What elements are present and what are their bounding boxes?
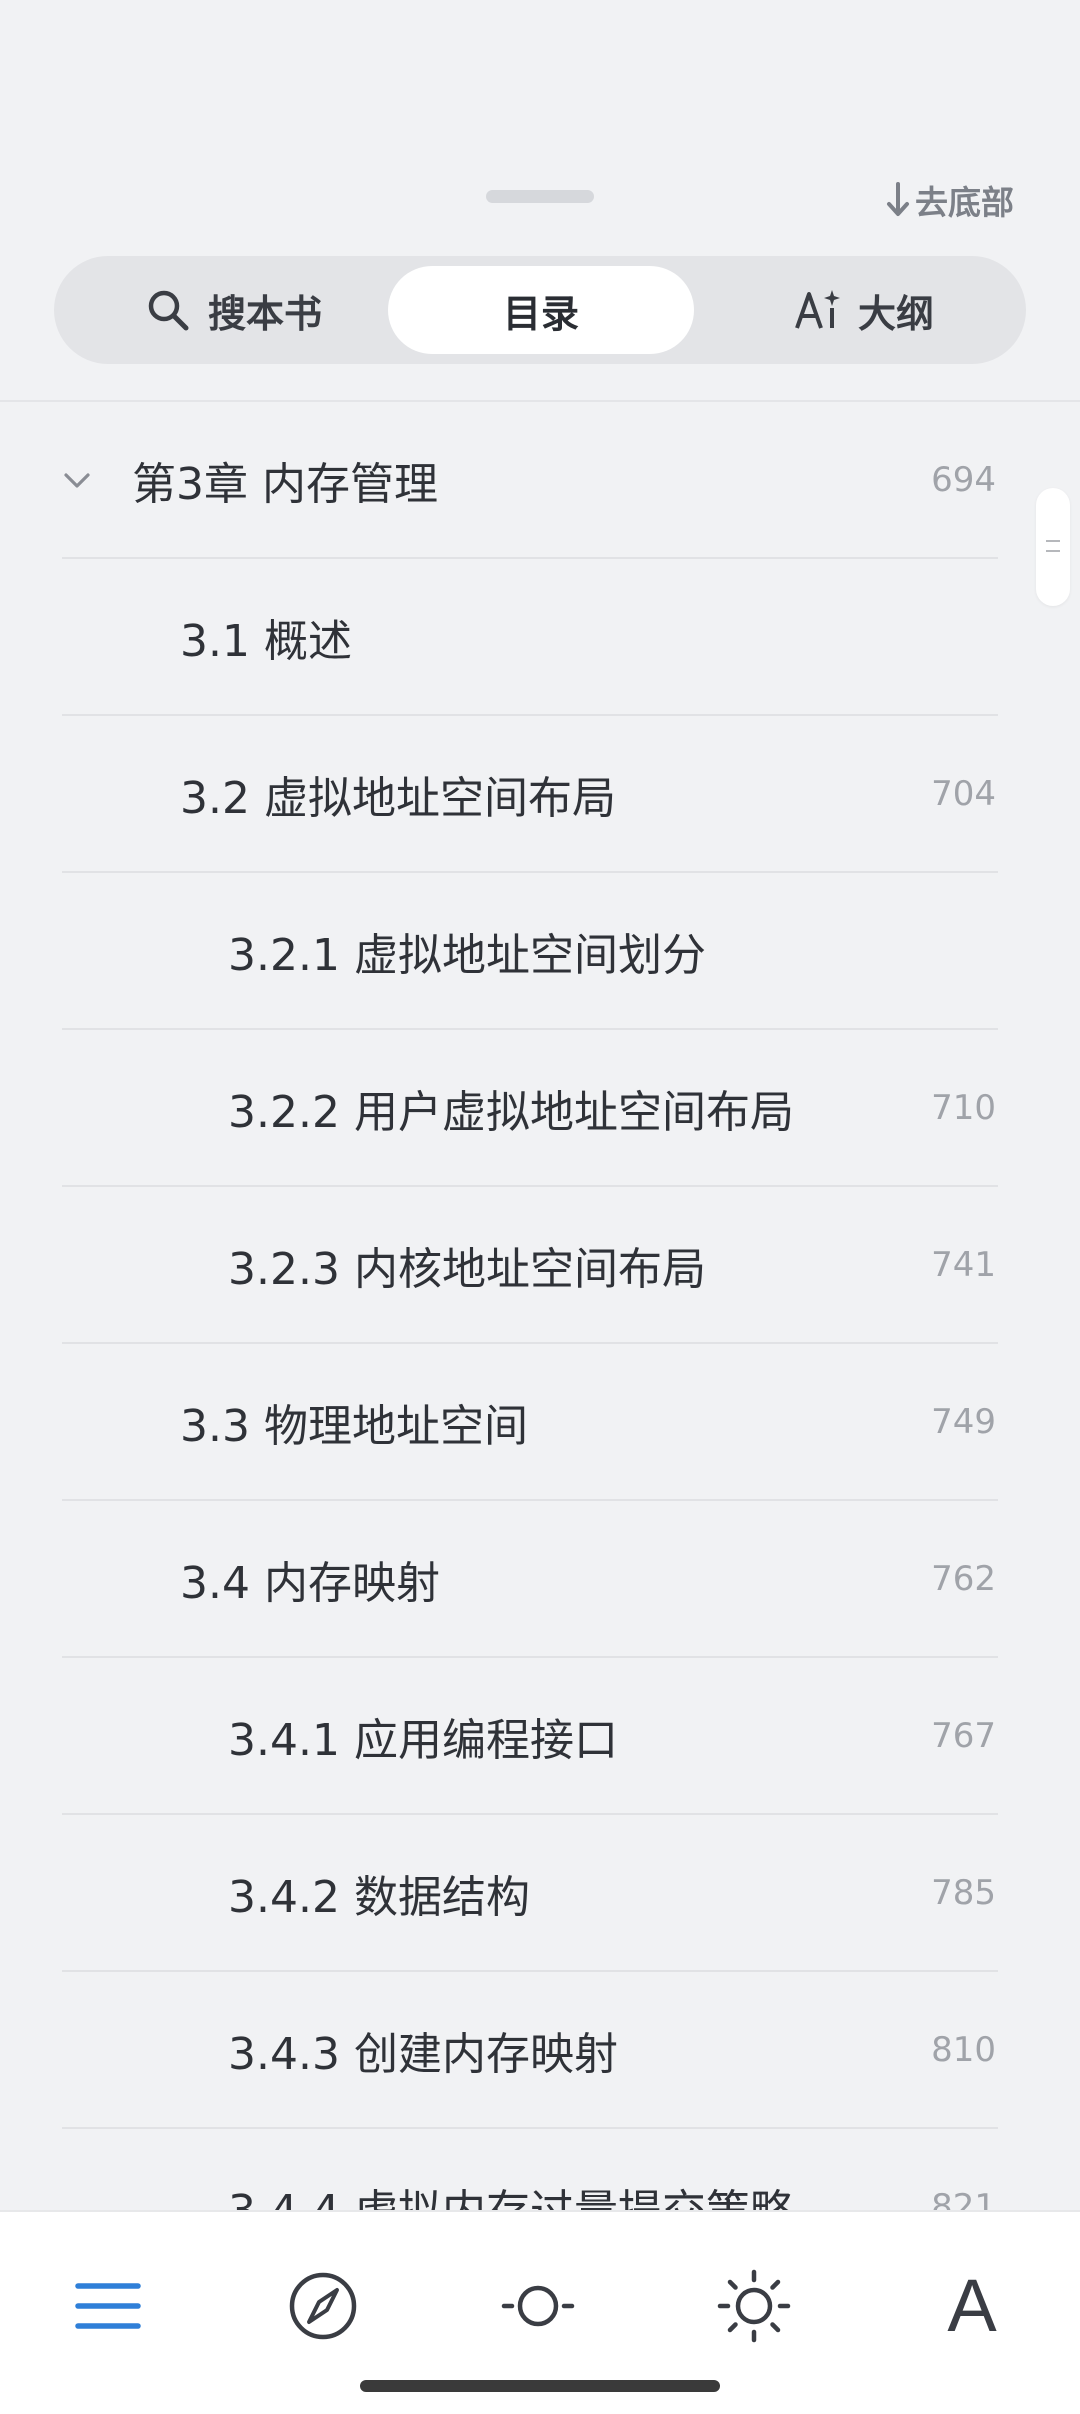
toc-page: 785 [931, 1872, 996, 1913]
tab-toc-label: 目录 [502, 291, 579, 336]
toc-list[interactable]: 第3章 内存管理 694 3.1 概述 3.2 虚拟地址空间布局 704 3.2… [0, 402, 1080, 2210]
font-settings-button[interactable]: A [912, 2256, 1032, 2356]
go-bottom-button[interactable]: 去底部 [885, 172, 1014, 228]
toc-page: 767 [931, 1715, 996, 1756]
toc-row[interactable]: 3.2.2 用户虚拟地址空间布局 710 [62, 1030, 998, 1187]
menu-icon [75, 2283, 141, 2329]
toc-sheet: 去底部 搜本书 目录 大纲 第3章 内存管理 694 3.1 概述 3.2 虚拟… [0, 0, 1080, 2210]
progress-button[interactable] [263, 2256, 383, 2356]
toc-page: 694 [931, 459, 996, 500]
brightness-down-button[interactable] [478, 2256, 598, 2356]
toc-title: 3.4.4 虚拟内存过量提交策略 [228, 2175, 794, 2211]
toc-row[interactable]: 3.1 概述 [62, 559, 998, 716]
tab-search-label: 搜本书 [207, 291, 322, 336]
home-indicator[interactable] [360, 2380, 720, 2392]
toc-chapter-row[interactable]: 第3章 内存管理 694 [62, 402, 998, 559]
chevron-down-icon[interactable] [62, 465, 92, 495]
drag-handle[interactable] [486, 190, 594, 203]
toc-row[interactable]: 3.2.1 虚拟地址空间划分 [62, 873, 998, 1030]
toc-page: 762 [931, 1558, 996, 1599]
toc-title: 3.4 内存映射 [180, 1557, 440, 1609]
toc-title: 3.4.2 数据结构 [228, 1871, 530, 1923]
search-icon [146, 288, 190, 332]
font-icon: A [947, 2264, 997, 2347]
toc-menu-button[interactable] [48, 2256, 168, 2356]
go-bottom-label: 去底部 [915, 183, 1014, 222]
brightness-up-button[interactable] [694, 2256, 814, 2356]
toc-row[interactable]: 3.2 虚拟地址空间布局 704 [62, 716, 998, 873]
ai-text-icon [794, 288, 840, 332]
toc-page: 810 [931, 2029, 996, 2070]
toc-title: 3.2.2 用户虚拟地址空间布局 [228, 1086, 794, 1138]
brightness-low-icon [501, 2285, 575, 2327]
toc-title: 3.3 物理地址空间 [180, 1400, 528, 1452]
toc-row[interactable]: 3.4.1 应用编程接口 767 [62, 1658, 998, 1815]
toc-page: 821 [931, 2186, 996, 2211]
toc-page: 741 [931, 1244, 996, 1285]
toc-title: 3.2 虚拟地址空间布局 [180, 772, 616, 824]
toc-row[interactable]: 3.4 内存映射 762 [62, 1501, 998, 1658]
toc-row[interactable]: 3.2.3 内核地址空间布局 741 [62, 1187, 998, 1344]
toc-page: 710 [931, 1087, 996, 1128]
toc-row[interactable]: 3.3 物理地址空间 749 [62, 1344, 998, 1501]
toc-title: 3.1 概述 [180, 615, 352, 667]
tab-search-book[interactable]: 搜本书 [84, 266, 384, 354]
toc-row[interactable]: 3.4.4 虚拟内存过量提交策略 821 [62, 2129, 998, 2211]
toc-title: 3.4.3 创建内存映射 [228, 2028, 618, 2080]
tab-outline-label: 大纲 [857, 291, 934, 336]
toc-row[interactable]: 3.4.3 创建内存映射 810 [62, 1972, 998, 2129]
toc-title: 3.2.3 内核地址空间布局 [228, 1243, 706, 1295]
segmented-control: 搜本书 目录 大纲 [54, 256, 1026, 364]
toc-title: 第3章 内存管理 [132, 458, 438, 510]
brightness-high-icon [717, 2269, 791, 2343]
toc-row[interactable]: 3.4.2 数据结构 785 [62, 1815, 998, 1972]
toc-title: 3.4.1 应用编程接口 [228, 1714, 618, 1766]
arrow-down-icon [887, 182, 909, 216]
compass-icon [289, 2272, 357, 2340]
tab-outline[interactable]: 大纲 [714, 266, 1014, 354]
toc-page: 704 [931, 773, 996, 814]
toc-title: 3.2.1 虚拟地址空间划分 [228, 929, 706, 981]
toc-page: 749 [931, 1401, 996, 1442]
scrollbar-thumb[interactable] [1036, 488, 1070, 606]
tab-toc[interactable]: 目录 [388, 266, 694, 354]
